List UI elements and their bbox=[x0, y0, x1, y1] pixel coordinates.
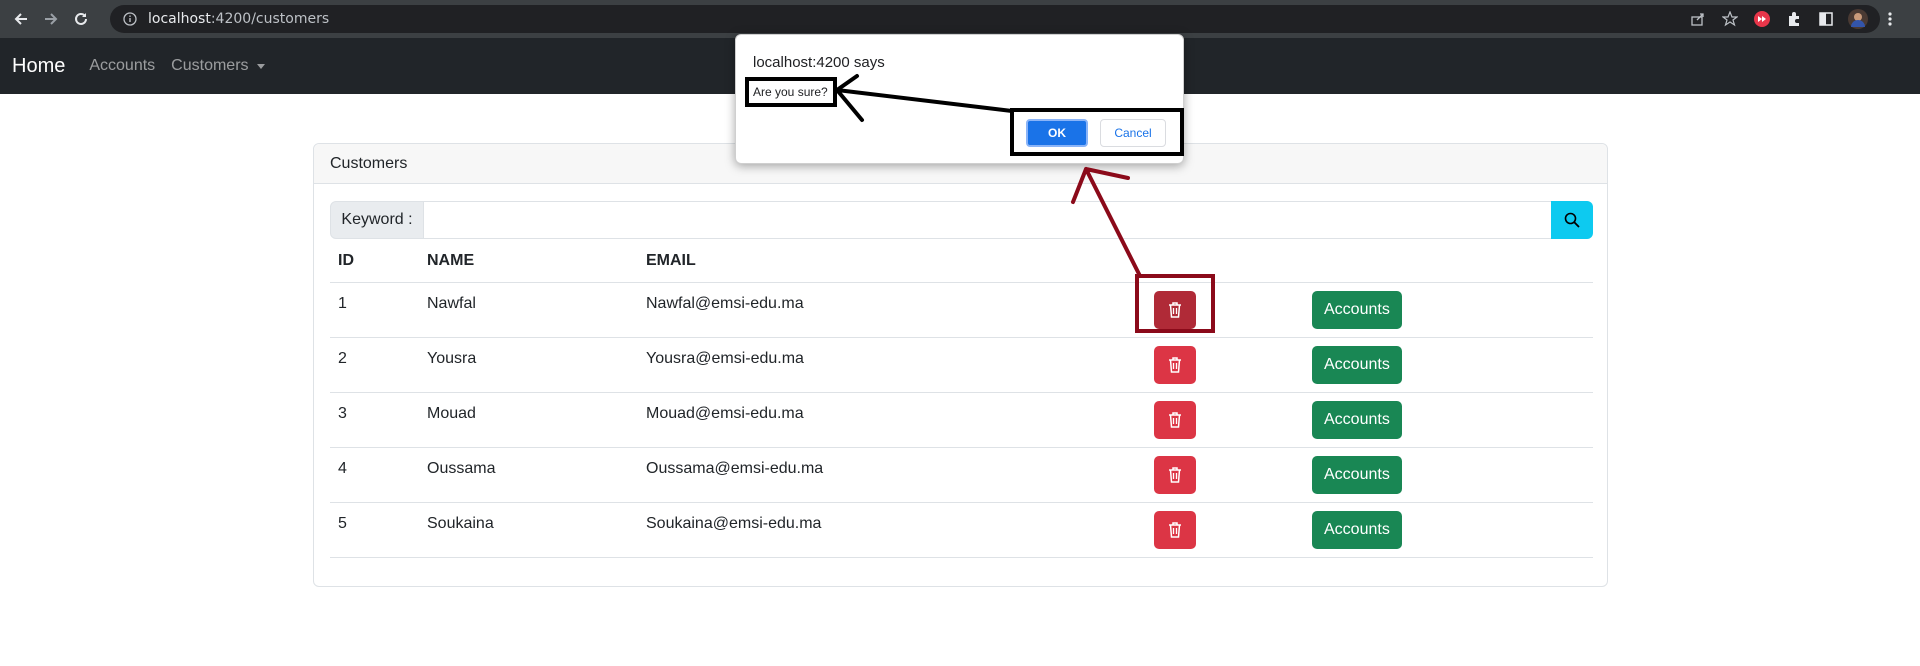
cell-email: Oussama@emsi-edu.ma bbox=[638, 447, 1146, 503]
cell-email: Nawfal@emsi-edu.ma bbox=[638, 282, 1146, 338]
cell-accounts: Accounts bbox=[1304, 282, 1593, 338]
cell-delete bbox=[1146, 502, 1304, 558]
trash-icon bbox=[1169, 301, 1181, 318]
cell-email: Mouad@emsi-edu.ma bbox=[638, 392, 1146, 448]
nav-link-customers-label: Customers bbox=[171, 57, 249, 74]
avatar[interactable] bbox=[1842, 0, 1874, 38]
accounts-button[interactable]: Accounts bbox=[1312, 400, 1402, 439]
puzzle-icon[interactable] bbox=[1778, 0, 1810, 38]
search-button[interactable] bbox=[1551, 201, 1593, 239]
accounts-button[interactable]: Accounts bbox=[1312, 510, 1402, 549]
side-panel-icon[interactable] bbox=[1810, 0, 1842, 38]
dialog-message: Are you sure? bbox=[753, 85, 828, 99]
cell-id: 1 bbox=[330, 282, 419, 338]
customers-table: ID NAME EMAIL 1 Nawfal Nawfal@emsi-edu.m… bbox=[330, 241, 1593, 558]
cell-delete bbox=[1146, 282, 1304, 338]
cell-name: Mouad bbox=[419, 392, 638, 448]
accounts-button[interactable]: Accounts bbox=[1312, 455, 1402, 494]
trash-icon bbox=[1169, 521, 1181, 538]
confirm-dialog: localhost:4200 says Are you sure? OK Can… bbox=[735, 34, 1184, 164]
site-info-icon[interactable] bbox=[122, 11, 138, 27]
cell-name: Soukaina bbox=[419, 502, 638, 558]
bookmark-star-icon[interactable] bbox=[1714, 0, 1746, 38]
cell-name: Oussama bbox=[419, 447, 638, 503]
dialog-cancel-button[interactable]: Cancel bbox=[1100, 119, 1166, 147]
back-icon[interactable] bbox=[6, 0, 36, 38]
chevron-down-icon bbox=[256, 63, 265, 69]
nav-link-customers[interactable]: Customers bbox=[171, 57, 265, 75]
table-row: 3 Mouad Mouad@emsi-edu.ma Accounts bbox=[330, 392, 1593, 448]
cell-accounts: Accounts bbox=[1304, 392, 1593, 448]
dialog-ok-button[interactable]: OK bbox=[1026, 119, 1088, 147]
accounts-button[interactable]: Accounts bbox=[1312, 290, 1402, 329]
table-row: 5 Soukaina Soukaina@emsi-edu.ma Accounts bbox=[330, 502, 1593, 558]
nav-brand-home[interactable]: Home bbox=[12, 55, 65, 78]
table-row: 1 Nawfal Nawfal@emsi-edu.ma Accounts bbox=[330, 282, 1593, 338]
col-header-email: EMAIL bbox=[638, 241, 1146, 283]
cell-delete bbox=[1146, 447, 1304, 503]
cell-id: 4 bbox=[330, 447, 419, 503]
trash-icon bbox=[1169, 411, 1181, 428]
dialog-title: localhost:4200 says bbox=[753, 54, 885, 71]
table-header-row: ID NAME EMAIL bbox=[330, 241, 1593, 283]
delete-button[interactable] bbox=[1154, 400, 1196, 439]
url-text: localhost:4200/customers bbox=[148, 11, 330, 27]
col-header-delete bbox=[1146, 241, 1304, 283]
cell-delete bbox=[1146, 392, 1304, 448]
delete-button[interactable] bbox=[1154, 290, 1196, 329]
cell-id: 5 bbox=[330, 502, 419, 558]
accounts-button[interactable]: Accounts bbox=[1312, 345, 1402, 384]
col-header-accounts bbox=[1304, 241, 1593, 283]
col-header-id: ID bbox=[330, 241, 419, 283]
extension-red-icon[interactable] bbox=[1746, 0, 1778, 38]
table-row: 2 Yousra Yousra@emsi-edu.ma Accounts bbox=[330, 337, 1593, 393]
nav-link-accounts[interactable]: Accounts bbox=[89, 57, 155, 75]
cell-name: Nawfal bbox=[419, 282, 638, 338]
reload-icon[interactable] bbox=[66, 0, 96, 38]
share-icon[interactable] bbox=[1682, 0, 1714, 38]
keyword-input[interactable] bbox=[424, 201, 1551, 239]
delete-button[interactable] bbox=[1154, 345, 1196, 384]
delete-button[interactable] bbox=[1154, 510, 1196, 549]
browser-toolbar: localhost:4200/customers bbox=[0, 0, 1920, 38]
table-row: 4 Oussama Oussama@emsi-edu.ma Accounts bbox=[330, 447, 1593, 503]
cell-accounts: Accounts bbox=[1304, 337, 1593, 393]
cell-id: 2 bbox=[330, 337, 419, 393]
cell-accounts: Accounts bbox=[1304, 502, 1593, 558]
kebab-menu-icon[interactable] bbox=[1874, 0, 1906, 38]
customers-card: Customers Keyword : ID NAME EMAIL 1 Nawf… bbox=[313, 143, 1608, 587]
address-bar[interactable]: localhost:4200/customers bbox=[110, 5, 1880, 33]
cell-name: Yousra bbox=[419, 337, 638, 393]
cell-email: Soukaina@emsi-edu.ma bbox=[638, 502, 1146, 558]
keyword-label: Keyword : bbox=[330, 201, 424, 239]
cell-id: 3 bbox=[330, 392, 419, 448]
trash-icon bbox=[1169, 356, 1181, 373]
cell-accounts: Accounts bbox=[1304, 447, 1593, 503]
search-icon bbox=[1564, 212, 1580, 228]
col-header-name: NAME bbox=[419, 241, 638, 283]
cell-delete bbox=[1146, 337, 1304, 393]
trash-icon bbox=[1169, 466, 1181, 483]
delete-button[interactable] bbox=[1154, 455, 1196, 494]
cell-email: Yousra@emsi-edu.ma bbox=[638, 337, 1146, 393]
search-form: Keyword : bbox=[330, 201, 1593, 239]
forward-icon[interactable] bbox=[36, 0, 66, 38]
